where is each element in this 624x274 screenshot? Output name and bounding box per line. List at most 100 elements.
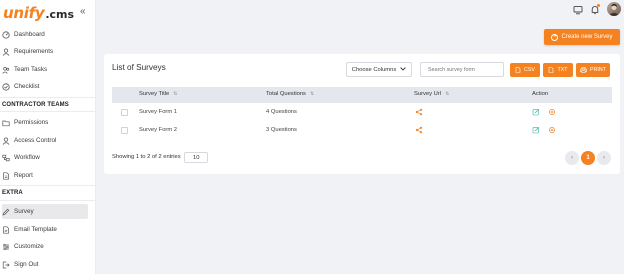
section-extra: EXTRA [2, 190, 23, 196]
sidebar-item-label: Survey [14, 208, 34, 215]
search-input[interactable] [420, 62, 504, 77]
page-title: List of Surveys [112, 63, 166, 72]
sidebar-item-label: Email Template [14, 226, 57, 233]
file-icon [515, 67, 521, 73]
sidebar-divider [0, 97, 96, 98]
row-checkbox[interactable] [121, 109, 128, 116]
txt-export-button[interactable]: TXT [543, 63, 573, 77]
workflow-icon [1, 153, 11, 163]
sign-out-icon [1, 260, 11, 270]
sidebar-item-checklist[interactable]: Checklist [0, 79, 92, 94]
sidebar-item-survey[interactable]: Survey [2, 204, 88, 219]
team-icon [1, 65, 11, 75]
sidebar-item-permissions[interactable]: Permissions [0, 115, 92, 130]
delete-icon[interactable] [548, 126, 556, 136]
sidebar-item-requirements[interactable]: Requirements [0, 44, 92, 59]
sidebar-divider [0, 200, 96, 201]
create-survey-button[interactable]: + Create new Survey [544, 29, 620, 45]
entries-info: Showing 1 to 2 of 2 entries [112, 154, 181, 160]
sidebar-item-label: Checklist [14, 83, 40, 90]
print-icon [580, 67, 587, 73]
logo-suffix: .cms [45, 8, 75, 21]
sidebar: unify .cms « Dashboard Requirements Team … [0, 0, 96, 274]
sidebar-item-label: Requirements [14, 48, 54, 55]
avatar[interactable] [607, 2, 621, 16]
survey-title[interactable]: Survey Form 2 [139, 127, 177, 133]
column-header-survey-title[interactable]: Survey Title ⇅ [139, 91, 178, 97]
sidebar-item-label: Report [14, 172, 33, 179]
share-icon[interactable] [415, 126, 423, 136]
row-checkbox[interactable] [121, 127, 128, 134]
notification-dot [597, 4, 600, 7]
email-icon [1, 225, 11, 235]
edit-icon[interactable] [532, 108, 540, 118]
choose-columns-dropdown[interactable]: Choose Columns [346, 62, 412, 77]
table-header: Survey Title ⇅ Total Questions ⇅ Survey Ur… [112, 87, 612, 103]
sidebar-divider [0, 185, 96, 186]
column-header-total-questions[interactable]: Total Questions ⇅ [266, 91, 314, 97]
sidebar-item-label: Access Control [14, 137, 57, 144]
column-header-survey-url[interactable]: Survey Url ⇅ [414, 91, 449, 97]
page-button-current[interactable]: 1 [581, 151, 595, 165]
edit-icon[interactable] [532, 126, 540, 136]
sidebar-item-access-control[interactable]: Access Control [0, 133, 92, 148]
sidebar-item-sign-out[interactable]: Sign Out [0, 257, 92, 272]
user-icon [1, 136, 11, 146]
sort-icon: ⇅ [445, 91, 450, 97]
monitor-icon[interactable] [572, 4, 584, 16]
create-survey-label: Create new Survey [561, 34, 613, 40]
print-button[interactable]: PRINT [576, 63, 610, 77]
sidebar-item-label: Dashboard [14, 31, 45, 38]
sort-icon: ⇅ [309, 91, 315, 97]
sidebar-item-label: Permissions [14, 119, 49, 126]
csv-label: CSV [524, 67, 535, 73]
bell-icon[interactable] [589, 4, 601, 16]
table-row: Survey Form 1 4 Questions [112, 104, 612, 122]
column-label: Total Questions [266, 91, 306, 97]
next-page-button[interactable]: › [597, 151, 611, 165]
txt-label: TXT [557, 67, 568, 73]
logo-text: unify [3, 4, 45, 22]
collapse-sidebar-icon[interactable]: « [80, 7, 86, 17]
sidebar-item-label: Customize [14, 243, 44, 250]
sidebar-item-email-template[interactable]: Email Template [0, 222, 92, 237]
section-contractor-teams: CONTRACTOR TEAMS [2, 102, 69, 108]
plus-circle-icon: + [551, 33, 559, 41]
page-size-select[interactable]: 10 [184, 152, 208, 163]
print-label: PRINT [590, 67, 606, 73]
survey-title[interactable]: Survey Form 1 [139, 109, 177, 115]
csv-export-button[interactable]: CSV [510, 63, 540, 77]
sidebar-item-dashboard[interactable]: Dashboard [0, 27, 92, 42]
dashboard-icon [1, 30, 11, 40]
sidebar-item-customize[interactable]: Customize [0, 239, 92, 254]
delete-icon[interactable] [548, 108, 556, 118]
choose-columns-label: Choose Columns [351, 66, 397, 73]
user-icon [1, 47, 11, 57]
sidebar-divider [0, 111, 96, 112]
column-header-action: Action [532, 91, 549, 97]
sidebar-item-workflow[interactable]: Workflow [0, 150, 92, 165]
sort-icon: ⇅ [173, 91, 178, 97]
column-label: Survey Title [139, 91, 170, 97]
question-count: 3 Questions [266, 127, 297, 133]
sidebar-item-team-tasks[interactable]: Team Tasks [0, 62, 92, 77]
column-label: Survey Url [414, 91, 442, 97]
prev-page-button[interactable]: ‹ [565, 151, 579, 165]
folder-icon [1, 118, 11, 128]
file-icon [549, 67, 554, 73]
survey-list-card: List of Surveys Choose Columns CSV TXT P… [104, 54, 620, 174]
report-icon [1, 171, 11, 181]
table-row: Survey Form 2 3 Questions [112, 122, 612, 140]
top-bar [96, 0, 624, 20]
share-icon[interactable] [415, 108, 423, 118]
sidebar-item-label: Workflow [14, 154, 40, 161]
sidebar-item-report[interactable]: Report [0, 168, 92, 183]
question-count: 4 Questions [266, 109, 297, 115]
chevron-down-icon [400, 66, 406, 73]
brand-logo[interactable]: unify .cms [3, 4, 75, 22]
survey-icon [1, 207, 11, 217]
sidebar-item-label: Team Tasks [14, 66, 48, 73]
checklist-icon [1, 82, 11, 92]
customize-icon [1, 242, 11, 252]
sidebar-item-label: Sign Out [14, 261, 39, 268]
